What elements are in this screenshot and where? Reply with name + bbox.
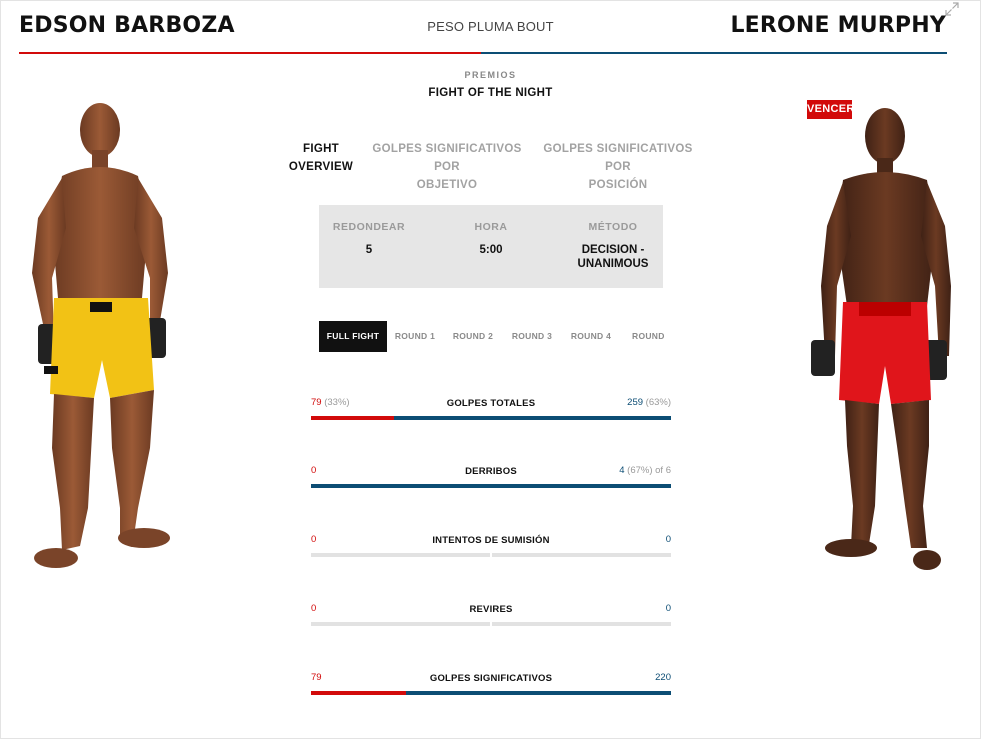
stat-blue-number: 220 [655,672,671,683]
blue-fighter-name[interactable]: LERONE MURPHY [730,13,946,38]
stat-label: INTENTOS DE SUMISIÓN [432,535,550,546]
stat-bar-blue [394,416,671,420]
round-tab-5[interactable]: ROUND 5 [625,321,666,352]
red-fighter-image [32,103,170,568]
time-info: HORA 5:00 [441,221,541,257]
stat-blue-number: 259 [627,397,644,408]
stat-blue-number: 0 [665,534,671,545]
stat-bar-red [311,691,406,695]
tab-strikes-by-target-line1: GOLPES SIGNIFICATIVOS POR [372,143,522,173]
round-tab-1[interactable]: ROUND 1 [391,321,439,352]
round-info: REDONDEAR 5 [319,221,419,257]
method-info: MÉTODO DECISION - UNANIMOUS [563,221,663,271]
blue-corner-line [481,52,947,54]
stat-bar-red-empty [311,553,490,557]
stat-blue-value: 259 (63%) [627,397,671,408]
round-tab-2[interactable]: ROUND 2 [448,321,498,352]
time-value: 5:00 [479,244,503,256]
stat-bar-blue-empty [492,622,671,626]
round-value: 5 [365,244,373,256]
blue-fighter-image [811,108,951,570]
tab-fight-overview-line1: FIGHT [303,143,339,155]
stat-blue-value: 4 (67%) of 6 [619,465,671,476]
method-value: DECISION - UNANIMOUS [563,243,663,271]
round-tab-4[interactable]: ROUND 4 [566,321,616,352]
tab-strikes-by-position[interactable]: GOLPES SIGNIFICATIVOS POR POSICIÓN [538,140,698,194]
round-tab-full-fight[interactable]: FULL FIGHT [319,321,387,352]
tab-fight-overview[interactable]: FIGHT OVERVIEW [286,140,356,176]
stat-bar-red-empty [311,622,490,626]
tab-fight-overview-line2: OVERVIEW [288,161,354,173]
stat-row: 0 REVIRES 0 [311,603,671,643]
fight-info-box: REDONDEAR 5 HORA 5:00 MÉTODO DECISION - … [319,205,663,288]
stat-row: 79 GOLPES SIGNIFICATIVOS 220 [311,672,671,712]
stat-bar-blue-empty [492,553,671,557]
tab-strikes-by-position-line1: GOLPES SIGNIFICATIVOS POR [543,143,693,173]
winner-badge: VENCER [807,100,854,119]
stat-blue-percent: (67%) of 6 [627,465,671,476]
stat-bar-blue [406,691,671,695]
stat-label: GOLPES TOTALES [446,398,536,409]
stat-blue-value: 0 [666,603,671,614]
stat-row: 0 INTENTOS DE SUMISIÓN 0 [311,534,671,574]
stat-row: 0 DERRIBOS 4 (67%) of 6 [311,465,671,505]
stat-blue-percent: (63%) [645,397,671,408]
stat-bar-blue [311,484,671,488]
tab-strikes-by-target[interactable]: GOLPES SIGNIFICATIVOS POR OBJETIVO [367,140,527,194]
stat-blue-value: 0 [666,534,671,545]
stat-blue-value: 220 [655,672,671,683]
round-label: REDONDEAR [332,221,406,233]
tab-strikes-by-position-line2: POSICIÓN [588,179,648,191]
awards-label: PREMIOS [464,70,517,80]
expand-icon[interactable] [945,2,959,16]
stat-label: GOLPES SIGNIFICATIVOS [429,673,553,684]
method-label: MÉTODO [588,221,638,233]
time-label: HORA [474,221,508,233]
red-corner-line [19,52,481,54]
tab-strikes-by-target-line2: OBJETIVO [416,179,478,191]
stat-bar-red [311,416,394,420]
stat-blue-number: 4 [619,465,625,476]
method-value-line2: UNANIMOUS [577,258,649,270]
method-value-line1: DECISION - [581,244,645,256]
stat-blue-number: 0 [665,603,671,614]
round-tab-3[interactable]: ROUND 3 [507,321,557,352]
stat-row: 79 (33%) GOLPES TOTALES 259 (63%) [311,397,671,437]
stat-label: DERRIBOS [465,466,517,477]
stat-label: REVIRES [469,604,513,615]
